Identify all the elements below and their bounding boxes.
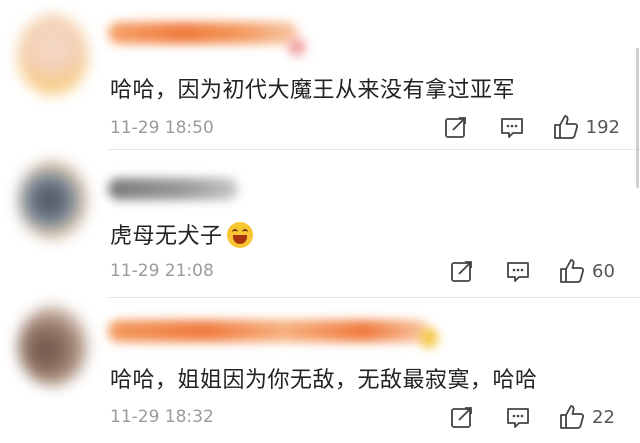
like-count: 192 [585,116,620,138]
comment-actions: 60 [448,256,620,286]
share-icon[interactable] [442,113,470,141]
comment-text: 哈哈，因为初代大魔王从来没有拿过亚军 [110,78,516,103]
comment-text-content: 虎母无犬子 [110,224,223,249]
avatar[interactable] [18,160,88,240]
comment-actions: 192 [442,112,620,142]
like-button[interactable]: 192 [552,113,620,141]
thumbs-up-icon [558,403,586,431]
share-icon[interactable] [448,403,476,431]
laughing-face-emoji-icon [226,222,253,248]
comment-icon[interactable] [504,403,532,431]
comment-text: 虎母无犬子 [110,218,253,250]
comment-list: 哈哈，因为初代大魔王从来没有拿过亚军 11-29 18:50 192 虎母无犬子… [0,0,640,443]
like-button[interactable]: 22 [558,403,620,431]
username-redacted[interactable] [108,178,238,200]
like-count: 22 [592,406,615,428]
comment-text: 哈哈，姐姐因为你无敌，无敌最寂寞，哈哈 [110,368,538,393]
username-badge-redacted [288,38,306,56]
comment-timestamp: 11-29 18:50 [110,118,214,138]
avatar[interactable] [18,15,88,95]
scrollbar[interactable] [636,48,639,188]
comment-item: 哈哈，姐姐因为你无敌，无敌最寂寞，哈哈 11-29 18:32 22 [0,298,640,443]
comment-timestamp: 11-29 21:08 [110,261,214,281]
username-badge-redacted [420,328,438,348]
comment-item: 虎母无犬子 11-29 21:08 60 [0,150,640,298]
username-redacted[interactable] [108,22,298,44]
avatar[interactable] [18,306,88,386]
comment-item: 哈哈，因为初代大魔王从来没有拿过亚军 11-29 18:50 192 [0,0,640,150]
share-icon[interactable] [448,257,476,285]
comment-icon[interactable] [504,257,532,285]
comment-actions: 22 [448,402,620,432]
like-count: 60 [592,260,615,282]
thumbs-up-icon [558,257,586,285]
username-redacted[interactable] [108,320,428,342]
thumbs-up-icon [552,113,580,141]
like-button[interactable]: 60 [558,257,620,285]
comment-icon[interactable] [498,113,526,141]
comment-timestamp: 11-29 18:32 [110,407,214,427]
